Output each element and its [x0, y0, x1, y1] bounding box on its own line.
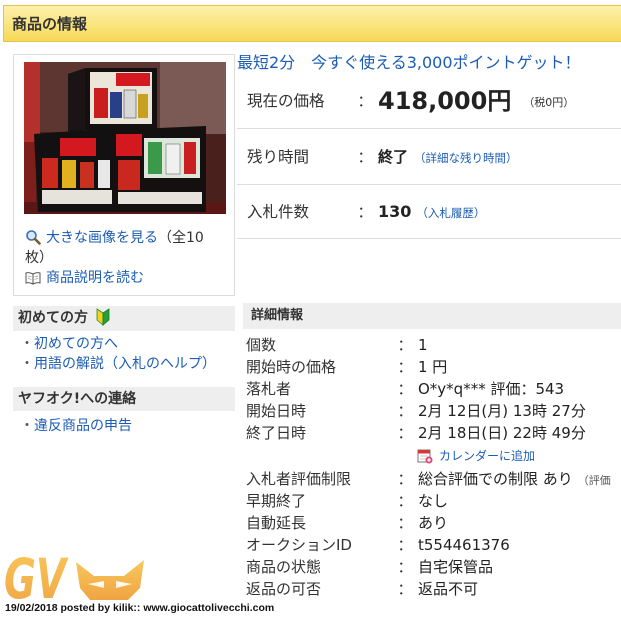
bids-value-block: 130 （入札履歴） — [378, 202, 485, 222]
detail-row-winner: 落札者 ： O*y*q*** 評価：543 — [243, 378, 621, 400]
detail-label: 個数 — [246, 336, 277, 354]
time-left-value: 終了 — [378, 148, 409, 166]
product-photo[interactable] — [24, 62, 226, 214]
time-left-label: 残り時間 — [247, 148, 310, 166]
bullet: ・ — [20, 418, 34, 434]
rating-limit-note: （評価 — [577, 474, 611, 487]
read-description-block: 商品説明を読む — [25, 268, 144, 288]
bullet: ・ — [20, 336, 34, 352]
separator: ： — [357, 203, 373, 221]
contact-section-title: ヤフオク!への連絡 — [18, 391, 137, 407]
price-value-block: 418,000円 （税0円） — [378, 87, 574, 115]
detail-value: O*y*q*** 評価：543 — [418, 380, 565, 398]
separator: ： — [397, 536, 413, 554]
calendar-add-icon[interactable] — [417, 448, 433, 464]
detail-row-auction-id: オークションID ： t554461376 — [243, 534, 621, 556]
detail-row-bidder-rating-limit: 入札者評価制限 ： 総合評価での制限 あり （評価 — [243, 468, 621, 490]
current-price: 418,000円 — [378, 87, 512, 115]
detail-value: 2月 12日(月) 13時 27分 — [418, 402, 586, 420]
calendar-row: カレンダーに追加 — [243, 444, 621, 468]
detail-row-end-time: 終了日時 ： 2月 18日(日) 22時 49分 — [243, 422, 621, 444]
separator: ： — [397, 402, 413, 420]
bid-history-link[interactable]: （入札履歴） — [416, 206, 485, 220]
separator: ： — [397, 558, 413, 576]
watermark-logo: GV — [4, 548, 144, 604]
magnifier-icon — [26, 230, 41, 245]
detail-row-returns: 返品の可否 ： 返品不可 — [243, 578, 621, 600]
view-larger-link[interactable]: 大きな画像を見る — [46, 230, 158, 246]
detail-row-quantity: 個数 ： 1 — [243, 334, 621, 356]
divider — [237, 184, 621, 185]
separator: ： — [397, 580, 413, 598]
book-icon — [25, 272, 41, 285]
beginner-section-header: 初めての方 — [13, 306, 235, 331]
detail-value: なし — [418, 492, 449, 510]
detail-row-start-price: 開始時の価格 ： 1 円 — [243, 356, 621, 378]
detail-row-auto-extend: 自動延長 ： あり — [243, 512, 621, 534]
separator: ： — [397, 380, 413, 398]
report-violation-link[interactable]: 違反商品の申告 — [34, 418, 132, 434]
separator: ： — [397, 492, 413, 510]
bullet: ・ — [20, 356, 34, 372]
list-item: ・違反商品の申告 — [20, 416, 132, 436]
separator: ： — [397, 336, 413, 354]
separator: ： — [397, 424, 413, 442]
watermark-caption: 19/02/2018 posted by kilik:: www.giocatt… — [5, 602, 275, 614]
detail-row-early-end: 早期終了 ： なし — [243, 490, 621, 512]
detail-label: 終了日時 — [246, 424, 307, 442]
add-to-calendar-link[interactable]: カレンダーに追加 — [439, 444, 535, 468]
price-label: 現在の価格 — [247, 92, 325, 110]
detail-label: 返品の可否 — [246, 580, 322, 598]
beginner-section-title: 初めての方 — [18, 310, 88, 326]
detail-value: 自宅保管品 — [418, 558, 494, 576]
detail-value: 返品不可 — [418, 580, 479, 598]
separator: ： — [397, 470, 413, 488]
details-section-header: 詳細情報 — [243, 303, 621, 329]
detail-row-condition: 商品の状態 ： 自宅保管品 — [243, 556, 621, 578]
detail-value: 総合評価での制限 あり （評価 — [418, 468, 611, 490]
list-item: ・用語の解説（入札のヘルプ） — [20, 354, 216, 374]
detail-value: 1 — [418, 336, 428, 354]
bid-count: 130 — [378, 202, 412, 221]
tax-note: （税0円） — [523, 96, 575, 109]
detail-label: 開始時の価格 — [246, 358, 337, 376]
detail-label: 商品の状態 — [246, 558, 322, 576]
time-left-detail-link[interactable]: （詳細な残り時間） — [414, 151, 518, 165]
detail-label: 自動延長 — [246, 514, 307, 532]
mask-logo-icon — [76, 560, 144, 600]
details-section-title: 詳細情報 — [251, 308, 304, 323]
read-description-link[interactable]: 商品説明を読む — [46, 270, 144, 286]
detail-value: t554461376 — [418, 536, 510, 554]
rating-limit-value: 総合評価での制限 あり — [418, 470, 573, 488]
watermark-logo-text: GV — [4, 548, 69, 604]
detail-label: 早期終了 — [246, 492, 307, 510]
gallery-box: 大きな画像を見る（全10枚） 商品説明を読む — [13, 54, 235, 296]
separator: ： — [397, 514, 413, 532]
view-larger-block: 大きな画像を見る（全10枚） — [25, 228, 213, 268]
detail-value: 2月 18日(日) 22時 49分 — [418, 424, 586, 442]
detail-label: 開始日時 — [246, 402, 307, 420]
points-promo-link[interactable]: 最短2分 今すぐ使える3,000ポイントゲット！ — [237, 53, 581, 73]
beginner-guide-link[interactable]: 初めての方へ — [34, 336, 118, 352]
glossary-link[interactable]: 用語の解説（入札のヘルプ） — [34, 356, 216, 372]
item-info-header: 商品の情報 — [3, 5, 621, 42]
list-item: ・初めての方へ — [20, 334, 118, 354]
separator: ： — [357, 148, 373, 166]
detail-row-start-time: 開始日時 ： 2月 12日(月) 13時 27分 — [243, 400, 621, 422]
detail-label: オークションID — [246, 536, 352, 554]
separator: ： — [397, 358, 413, 376]
separator: ： — [357, 92, 373, 110]
bidder-rating-limit-link[interactable]: 入札者評価制限 — [246, 468, 351, 490]
beginner-mark-icon — [96, 308, 110, 326]
header-title: 商品の情報 — [12, 15, 88, 33]
detail-value: あり — [418, 514, 449, 532]
contact-section-header: ヤフオク!への連絡 — [13, 387, 235, 411]
time-left-value-block: 終了 （詳細な残り時間） — [378, 147, 518, 167]
detail-label: 落札者 — [246, 380, 292, 398]
bids-label: 入札件数 — [247, 203, 310, 221]
detail-value: 1 円 — [418, 358, 448, 376]
divider — [237, 238, 621, 239]
divider — [237, 128, 621, 129]
